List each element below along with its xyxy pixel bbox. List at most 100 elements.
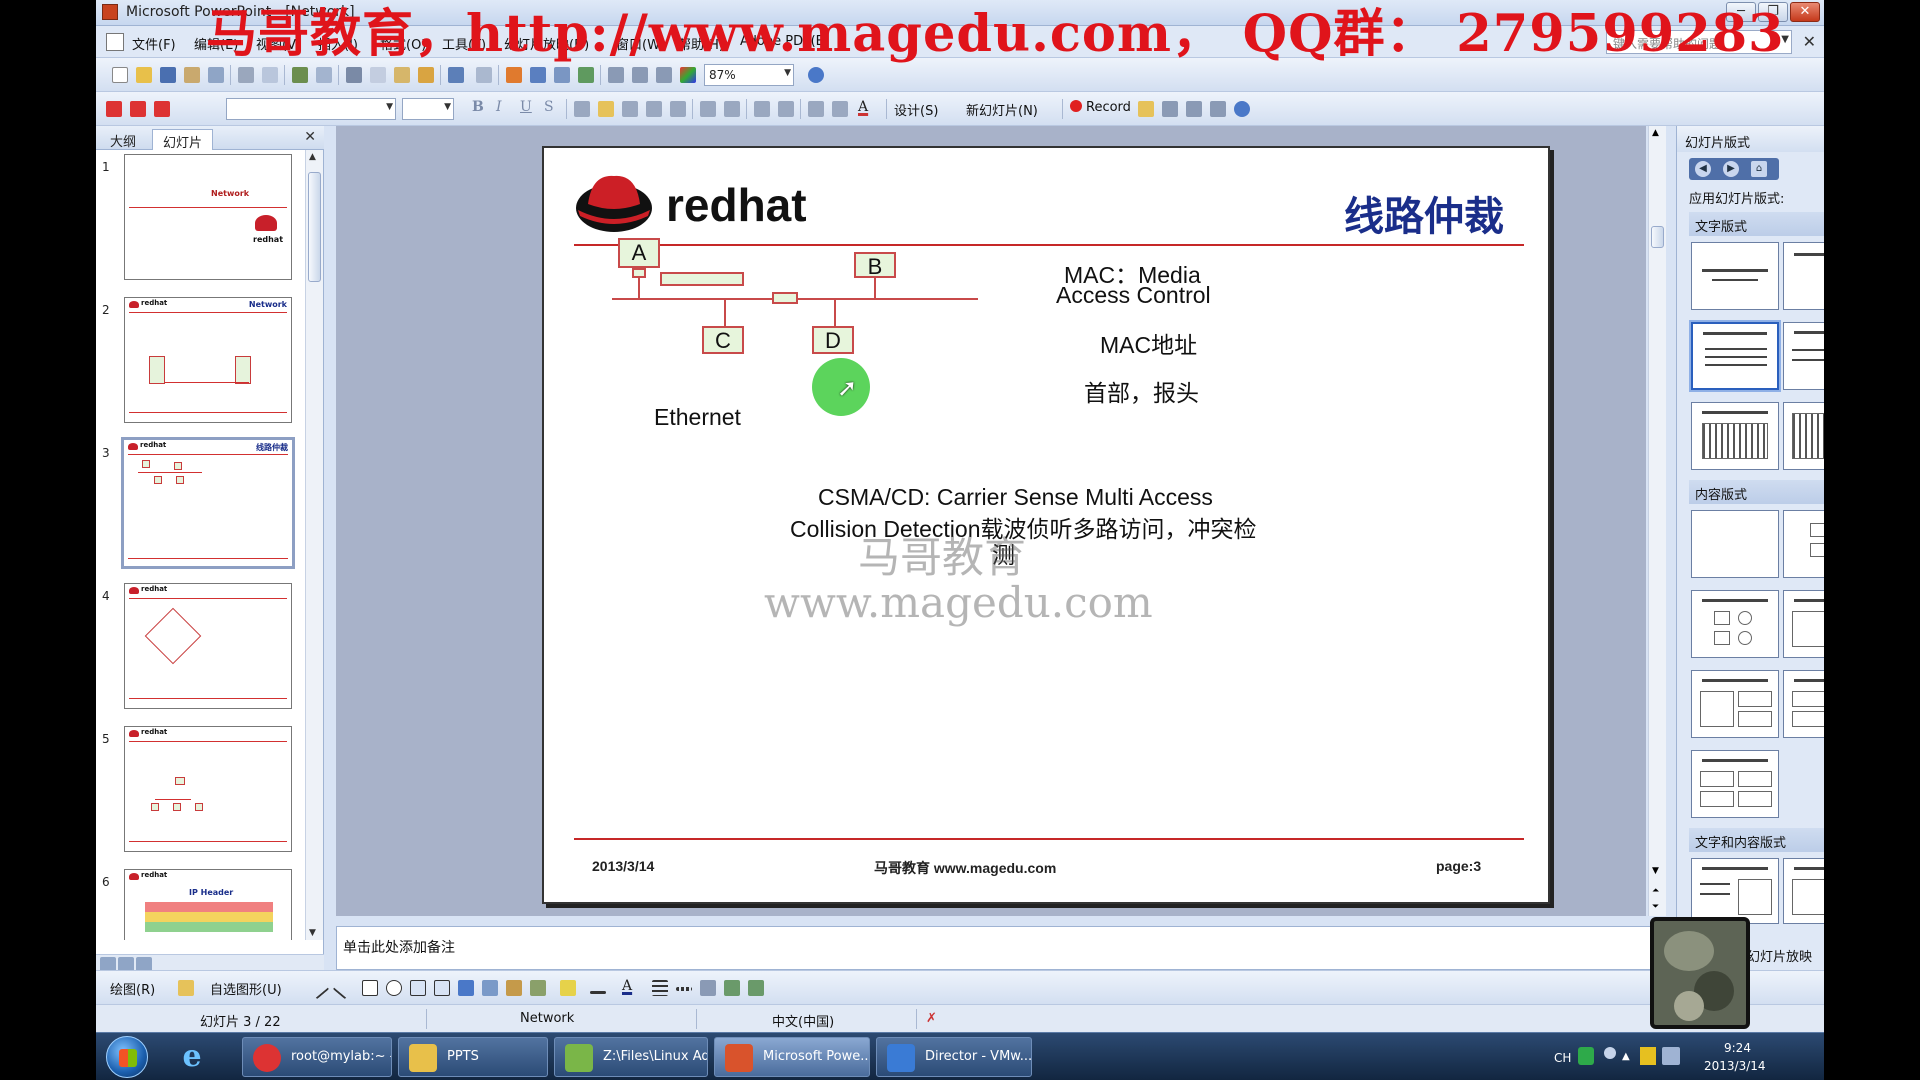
copy-icon[interactable] bbox=[370, 67, 386, 83]
save-icon[interactable] bbox=[160, 67, 176, 83]
home-icon[interactable]: ⌂ bbox=[1751, 161, 1767, 177]
document-close-button[interactable]: ✕ bbox=[1803, 32, 1816, 51]
decrease-indent-icon[interactable] bbox=[808, 101, 824, 117]
layout-title-content[interactable] bbox=[1691, 590, 1779, 658]
scrollbar-thumb[interactable] bbox=[1651, 226, 1664, 248]
pdf-review-icon[interactable] bbox=[154, 101, 170, 117]
node-a[interactable]: A bbox=[618, 238, 660, 268]
autoshapes-button[interactable]: 自选图形(U) bbox=[210, 979, 282, 998]
align-center-icon[interactable] bbox=[598, 101, 614, 117]
numbering-icon[interactable] bbox=[700, 101, 716, 117]
show-hidden-icons-icon[interactable]: ▲ bbox=[1622, 1051, 1630, 1062]
fill-color-icon[interactable] bbox=[560, 980, 576, 996]
back-icon[interactable]: ◀ bbox=[1695, 161, 1711, 177]
paste-icon[interactable] bbox=[394, 67, 410, 83]
arrow-style-icon[interactable] bbox=[700, 980, 716, 996]
distributed-icon[interactable] bbox=[646, 101, 662, 117]
new-slide-button[interactable]: 新幻灯片(N) bbox=[966, 100, 1038, 119]
font-color-icon[interactable]: A bbox=[622, 978, 632, 994]
scroll-up-icon[interactable]: ▲ bbox=[309, 152, 316, 162]
camera-icon[interactable] bbox=[1162, 101, 1178, 117]
mac-line-2[interactable]: Access Control bbox=[1056, 282, 1211, 309]
layout-two-column-text[interactable] bbox=[1783, 322, 1824, 390]
slide-thumbnail-4[interactable]: 4 redhat bbox=[96, 579, 306, 719]
taskbar-item-vmware[interactable]: Director - VMw... bbox=[876, 1037, 1032, 1077]
show-grid-icon[interactable] bbox=[656, 67, 672, 83]
slide-thumbnail-5[interactable]: 5 redhat bbox=[96, 722, 306, 862]
permission-icon[interactable] bbox=[184, 67, 200, 83]
layout-title-only[interactable] bbox=[1783, 242, 1824, 310]
header-label[interactable]: 首部，报头 bbox=[1084, 374, 1199, 408]
print-preview-icon[interactable] bbox=[262, 67, 278, 83]
taskbar-item-powerpoint[interactable]: Microsoft Powe... bbox=[714, 1037, 870, 1077]
start-button[interactable] bbox=[106, 1036, 148, 1078]
slide-scrollbar[interactable]: ▲ ▼ ⏶ ⏷ bbox=[1648, 126, 1666, 916]
vertical-text-box-icon[interactable] bbox=[434, 980, 450, 996]
layout-title-4-content[interactable] bbox=[1691, 750, 1779, 818]
close-button[interactable]: ✕ bbox=[1790, 2, 1820, 22]
next-slide-icon[interactable]: ⏷ bbox=[1652, 902, 1659, 912]
layout-title-slide[interactable] bbox=[1691, 242, 1779, 310]
scroll-up-icon[interactable]: ▲ bbox=[1652, 128, 1659, 138]
close-icon[interactable]: ✕ bbox=[304, 129, 316, 145]
pdf-email-icon[interactable] bbox=[130, 101, 146, 117]
email-icon[interactable] bbox=[208, 67, 224, 83]
draw-menu-button[interactable]: 绘图(R) bbox=[110, 979, 155, 998]
tables-borders-icon[interactable] bbox=[554, 67, 570, 83]
design-button[interactable]: 设计(S) bbox=[894, 100, 938, 119]
node-b[interactable]: B bbox=[854, 252, 896, 279]
diagram-icon[interactable] bbox=[482, 980, 498, 996]
font-size-select[interactable]: ▼ bbox=[402, 98, 454, 120]
layout-blank[interactable] bbox=[1691, 510, 1779, 578]
layout-content[interactable] bbox=[1783, 510, 1824, 578]
layout-text-content[interactable] bbox=[1691, 858, 1779, 924]
shadow-style-icon[interactable] bbox=[724, 980, 740, 996]
tab-slides[interactable]: 幻灯片 bbox=[152, 129, 214, 151]
help-icon[interactable] bbox=[1234, 101, 1250, 117]
layout-vertical-text[interactable] bbox=[1691, 402, 1779, 470]
arrow-icon[interactable] bbox=[332, 976, 356, 1000]
document-icon[interactable] bbox=[106, 33, 124, 51]
show-slideshow-link[interactable]: 幻灯片放映 bbox=[1747, 950, 1812, 965]
decrease-font-icon[interactable] bbox=[778, 101, 794, 117]
text-box-icon[interactable] bbox=[410, 980, 426, 996]
line-style-icon[interactable] bbox=[652, 980, 668, 996]
research-icon[interactable] bbox=[316, 67, 332, 83]
cut-icon[interactable] bbox=[346, 67, 362, 83]
input-language[interactable]: CH bbox=[1554, 1051, 1571, 1065]
powerpoint-icon[interactable] bbox=[102, 4, 118, 20]
increase-font-icon[interactable] bbox=[754, 101, 770, 117]
record-button[interactable]: Record bbox=[1070, 100, 1131, 115]
redo-icon[interactable] bbox=[476, 67, 492, 83]
line-color-icon[interactable] bbox=[590, 991, 606, 994]
help-icon[interactable] bbox=[808, 67, 824, 83]
picture-icon[interactable] bbox=[530, 980, 546, 996]
taskbar-item-terminal[interactable]: root@mylab:~ -... bbox=[242, 1037, 392, 1077]
layout-title-2-content-content[interactable] bbox=[1783, 670, 1824, 738]
slide-thumbnail-1[interactable]: 1 Network redhat bbox=[96, 150, 306, 290]
layout-vertical-title-text[interactable] bbox=[1783, 402, 1824, 470]
shadow-icon[interactable]: S bbox=[544, 99, 554, 115]
tray-settings-icon[interactable] bbox=[1604, 1047, 1616, 1059]
chevron-down-icon[interactable]: ▼ bbox=[386, 102, 393, 112]
font-color-icon[interactable]: A bbox=[858, 99, 868, 115]
menu-file[interactable]: 文件(F) bbox=[132, 34, 176, 53]
input-method-icon[interactable] bbox=[1578, 1047, 1594, 1065]
slide-thumbnail-3[interactable]: 3 redhat 线路仲裁 bbox=[96, 436, 306, 576]
insert-hyperlink-icon[interactable] bbox=[578, 67, 594, 83]
chevron-down-icon[interactable]: ▼ bbox=[784, 68, 791, 78]
layout-title-text[interactable] bbox=[1691, 322, 1779, 390]
italic-icon[interactable]: I bbox=[496, 99, 502, 115]
scroll-down-icon[interactable]: ▼ bbox=[1652, 866, 1659, 876]
internet-explorer-icon[interactable]: e bbox=[172, 1037, 212, 1077]
network-icon[interactable] bbox=[1662, 1047, 1680, 1065]
align-right-icon[interactable] bbox=[622, 101, 638, 117]
undo-icon[interactable] bbox=[448, 67, 464, 83]
insert-chart-icon[interactable] bbox=[506, 67, 522, 83]
spelling-icon[interactable] bbox=[292, 67, 308, 83]
node-c[interactable]: C bbox=[702, 326, 744, 354]
taskbar-item-editor[interactable]: Z:\Files\Linux Ad... bbox=[554, 1037, 708, 1077]
layout-content-text[interactable] bbox=[1783, 858, 1824, 924]
mac-address-label[interactable]: MAC地址 bbox=[1100, 326, 1197, 360]
layout-title-content-2-content[interactable] bbox=[1691, 670, 1779, 738]
